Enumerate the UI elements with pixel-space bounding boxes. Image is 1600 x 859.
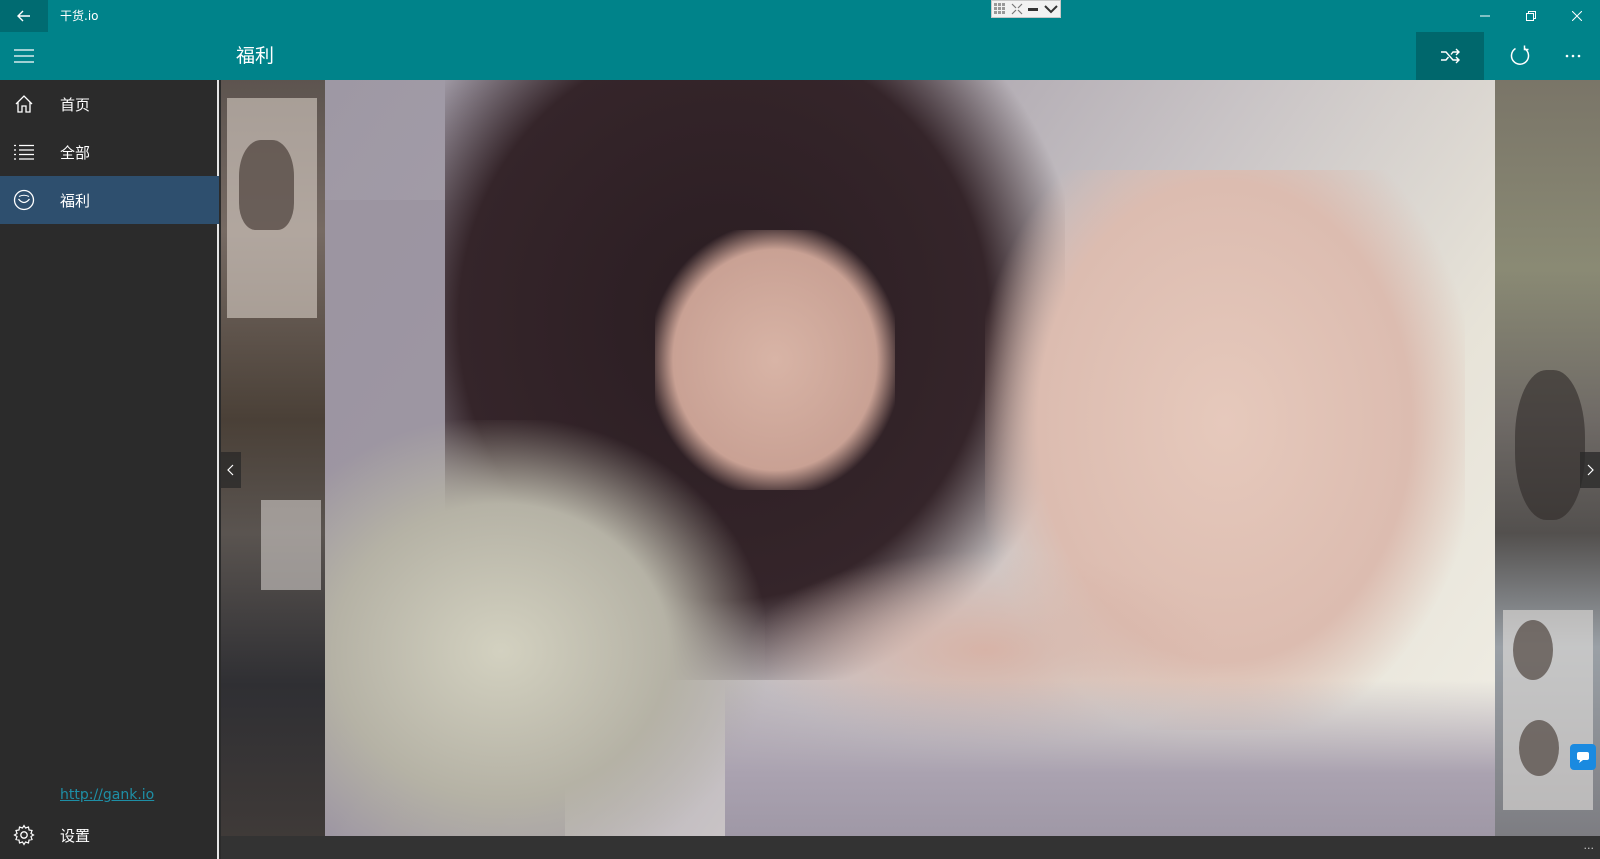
back-button[interactable] [0,0,48,32]
restore-icon [1526,11,1536,21]
photo-flipview[interactable]: ··· [221,80,1600,859]
floating-app-icon[interactable] [1570,744,1596,770]
photo-blanket-shade [725,680,1495,836]
ime-dropdown-icon[interactable] [1044,3,1058,15]
close-icon [1572,11,1582,21]
window-title: 干货.io [60,9,99,23]
more-icon[interactable]: ··· [1584,842,1595,855]
hamburger-icon [14,49,34,63]
shuffle-button[interactable] [1416,32,1484,80]
next-photo-figure [1519,720,1559,776]
page-title: 福利 [236,45,275,67]
gear-icon [13,824,35,846]
photo-flowers-shade [325,420,765,836]
smiley-icon [13,189,35,211]
ime-minimize-icon[interactable] [1027,3,1039,15]
shuffle-icon [1441,48,1460,64]
minimize-button[interactable] [1462,0,1508,32]
more-icon [1565,54,1581,58]
minimize-icon [1480,15,1490,17]
chat-bubble-icon [1577,752,1589,763]
bottom-command-strip: ··· [221,836,1600,859]
settings-label: 设置 [60,826,91,845]
nav-item-label: 福利 [60,191,91,210]
next-photo-figure [1515,370,1585,520]
nav-item-settings[interactable]: 设置 [0,811,219,859]
flip-next-button[interactable] [1580,452,1600,488]
ime-toolbar[interactable] [991,0,1061,18]
chevron-right-icon [1587,464,1594,476]
list-icon [14,144,34,160]
nav-item-label: 全部 [60,143,91,162]
hamburger-button[interactable] [0,32,48,80]
gank-link[interactable]: http://gank.io [60,787,154,803]
home-icon [15,95,33,113]
flip-previous-button[interactable] [221,452,241,488]
previous-photo-tile [261,500,321,590]
app-bar: 福利 [0,32,1600,80]
ime-shrink-icon[interactable] [1011,3,1023,15]
chevron-left-icon [227,464,234,476]
restore-button[interactable] [1508,0,1554,32]
photo-image [325,80,1495,836]
title-bar: 干货.io [0,0,1600,32]
nav-item-label: 首页 [60,95,91,114]
nav-item-all[interactable]: 全部 [0,128,219,176]
refresh-icon [1510,45,1530,65]
close-button[interactable] [1554,0,1600,32]
refresh-button[interactable] [1486,32,1554,80]
nav-item-welfare[interactable]: 福利 [0,176,219,224]
nav-item-home[interactable]: 首页 [0,80,219,128]
next-photo-figure [1513,620,1553,680]
back-arrow-icon [17,10,30,22]
navigation-pane: 首页 全部 福利 http://gank.io 设置 [0,80,219,859]
previous-photo-figure [239,140,294,230]
keyboard-grid-icon [994,3,1006,14]
more-options-button[interactable] [1546,32,1600,80]
